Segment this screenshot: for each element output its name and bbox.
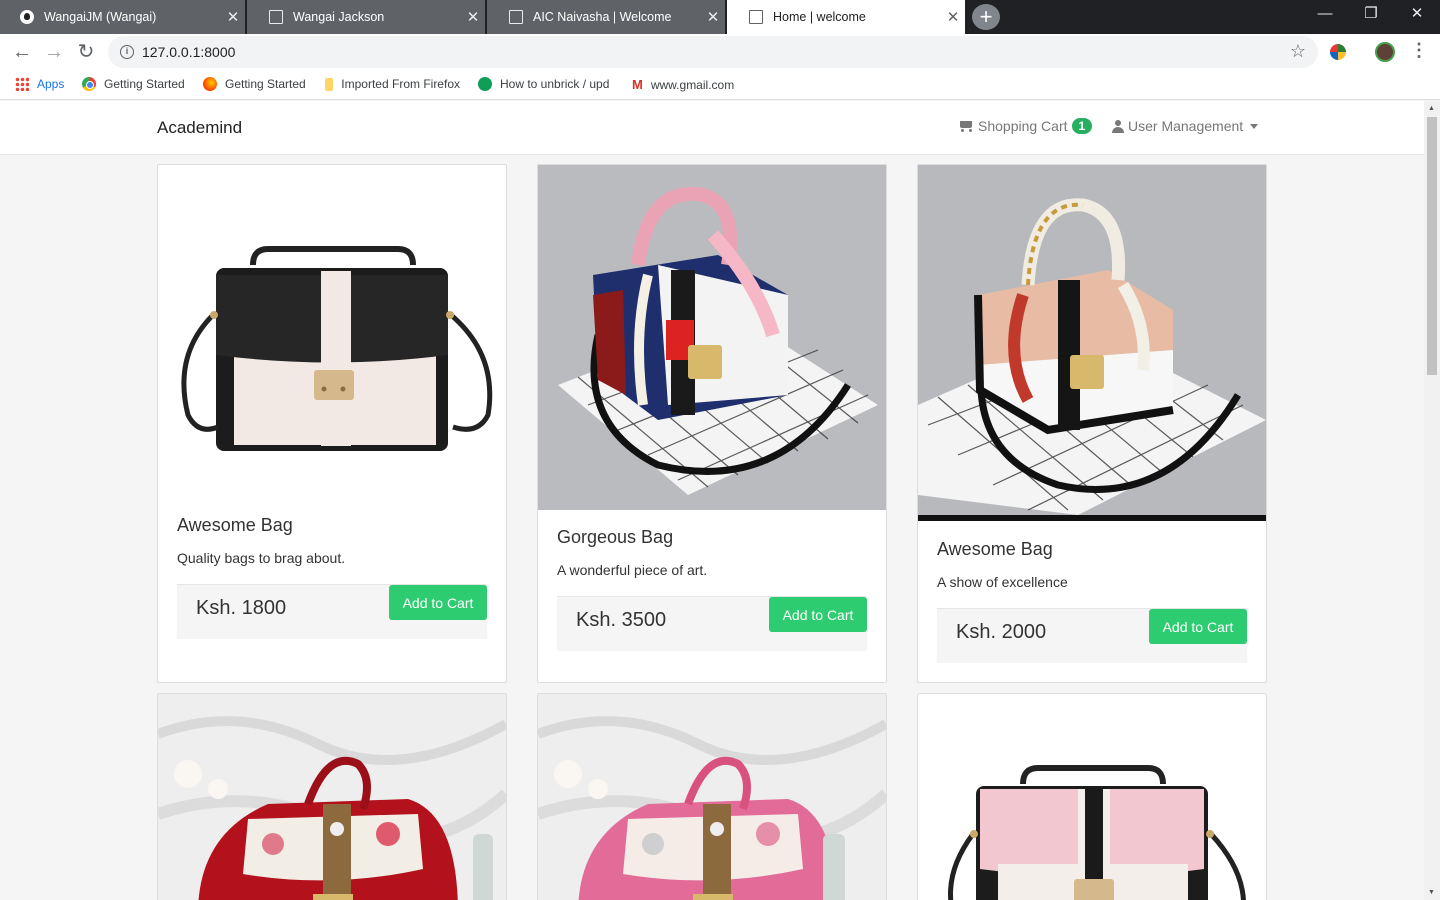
bookmark-getting-started-chrome[interactable]: Getting Started (82, 77, 185, 91)
minimize-icon[interactable]: — (1302, 0, 1348, 30)
tab-strip: WangaiJM (Wangai) ✕ Wangai Jackson ✕ AIC… (0, 0, 1440, 34)
address-bar[interactable]: i 127.0.0.1:8000 ☆ (108, 36, 1318, 68)
page-icon (749, 10, 763, 24)
bookmark-getting-started-firefox[interactable]: Getting Started (203, 77, 306, 91)
product-image[interactable] (918, 165, 1266, 521)
product-image[interactable] (158, 165, 506, 515)
extension-icon[interactable] (1330, 44, 1346, 60)
tab-home-welcome[interactable]: Home | welcome ✕ (727, 0, 965, 34)
bag-image-red-floral (158, 694, 506, 900)
bookmark-label: Getting Started (104, 77, 185, 91)
info-icon[interactable]: i (120, 45, 134, 59)
page-icon (509, 10, 523, 24)
tab-wangai-jackson[interactable]: Wangai Jackson ✕ (247, 0, 485, 34)
new-tab-button[interactable]: + (972, 4, 1000, 30)
profile-avatar[interactable] (1375, 42, 1395, 62)
add-to-cart-button[interactable]: Add to Cart (769, 597, 867, 632)
user-icon (1112, 119, 1124, 133)
tab-github[interactable]: WangaiJM (Wangai) ✕ (0, 0, 245, 34)
product-card: Gorgeous Bag A wonderful piece of art. K… (537, 164, 887, 683)
forward-arrow-icon[interactable]: → (40, 38, 68, 66)
close-icon[interactable]: ✕ (461, 8, 485, 26)
bookmark-label: Imported From Firefox (341, 77, 460, 91)
menu-kebab-icon[interactable]: ⋮ (1410, 40, 1428, 61)
gmail-icon: M (632, 77, 643, 92)
bookmark-label: www.gmail.com (650, 77, 735, 92)
product-price: Ksh. 2000 (956, 621, 1047, 643)
product-title: Gorgeous Bag (557, 527, 674, 547)
caret-down-icon (1250, 123, 1259, 129)
apps-grid-icon (15, 77, 29, 91)
product-image[interactable] (538, 694, 886, 900)
add-to-cart-button[interactable]: Add to Cart (1149, 609, 1247, 644)
add-to-cart-button[interactable]: Add to Cart (389, 585, 487, 620)
price-bar: Ksh. 2000 Add to Cart (937, 608, 1247, 663)
page-icon (269, 10, 283, 24)
product-image[interactable] (918, 694, 1266, 900)
close-icon[interactable]: ✕ (941, 8, 965, 26)
product-price: Ksh. 3500 (576, 609, 667, 631)
github-icon (20, 10, 34, 24)
product-card: Awesome Bag A show of excellence Ksh. 20… (917, 164, 1267, 683)
product-price: Ksh. 1800 (196, 597, 287, 619)
product-image[interactable] (158, 694, 506, 900)
product-description: Quality bags to brag about. (177, 550, 346, 566)
site-navbar: Academind Shopping Cart 1 User Managemen… (0, 101, 1424, 155)
reload-icon[interactable]: ↻ (72, 38, 100, 66)
scrollbar-thumb[interactable] (1427, 117, 1437, 375)
tab-label: Home | welcome (773, 10, 866, 24)
product-card (537, 693, 887, 900)
bag-image-navy-red-scarf (538, 165, 886, 510)
tab-label: AIC Naivasha | Welcome (533, 10, 672, 24)
shopping-cart-link[interactable]: Shopping Cart 1 (958, 118, 1093, 134)
scroll-down-icon[interactable]: ▼ (1428, 889, 1435, 896)
bookmark-label: Getting Started (225, 77, 306, 91)
page-scrollbar[interactable]: ▲ ▼ (1424, 101, 1440, 900)
tab-aic-naivasha[interactable]: AIC Naivasha | Welcome ✕ (487, 0, 725, 34)
bookmark-label: How to unbrick / upd (500, 77, 610, 91)
bookmark-label: Apps (37, 77, 65, 91)
product-title: Awesome Bag (177, 515, 293, 535)
shopping-cart-icon (958, 120, 974, 132)
browser-toolbar: ← → ↻ i 127.0.0.1:8000 ☆ ⋮ (0, 34, 1440, 70)
product-card (157, 693, 507, 900)
product-description: A show of excellence (937, 574, 1068, 590)
bag-image-pink-black-white (948, 765, 1246, 900)
close-icon[interactable]: ✕ (221, 8, 245, 26)
page-viewport: Academind Shopping Cart 1 User Managemen… (0, 101, 1424, 900)
user-management-dropdown[interactable]: User Management (1112, 118, 1259, 134)
bookmark-how-to-unbrick[interactable]: How to unbrick / upd (478, 77, 614, 91)
firefox-icon (203, 77, 217, 91)
product-image[interactable] (538, 165, 886, 510)
product-card: Awesome Bag Quality bags to brag about. … (157, 164, 507, 683)
url-text[interactable]: 127.0.0.1:8000 (142, 44, 235, 60)
bag-image-black-white (181, 246, 493, 451)
scroll-up-icon[interactable]: ▲ (1428, 105, 1435, 112)
folder-icon (325, 77, 334, 91)
chrome-icon (82, 77, 96, 91)
bookmark-gmail[interactable]: M www.gmail.com (632, 77, 734, 92)
price-bar: Ksh. 3500 Add to Cart (557, 596, 867, 651)
price-bar: Ksh. 1800 Add to Cart (177, 584, 487, 639)
product-description: A wonderful piece of art. (557, 562, 708, 578)
back-arrow-icon[interactable]: ← (8, 38, 36, 66)
bag-image-pink-floral (538, 694, 886, 900)
shopping-cart-label: Shopping Cart (978, 118, 1068, 134)
site-brand[interactable]: Academind (157, 118, 242, 138)
restore-icon[interactable]: ❐ (1348, 0, 1394, 30)
bookmark-star-icon[interactable]: ☆ (1290, 41, 1306, 62)
tab-label: Wangai Jackson (293, 10, 385, 24)
product-title: Awesome Bag (937, 539, 1053, 559)
close-window-icon[interactable]: ✕ (1394, 0, 1440, 30)
bag-image-peach-black-scarf (918, 165, 1266, 515)
bookmark-apps[interactable]: Apps (15, 77, 64, 91)
close-icon[interactable]: ✕ (701, 8, 725, 26)
product-card (917, 693, 1267, 900)
bookmark-imported-firefox[interactable]: Imported From Firefox (325, 77, 460, 91)
site-icon (478, 77, 492, 91)
bookmarks-bar: Apps Getting Started Getting Started Imp… (0, 70, 1440, 100)
user-management-label: User Management (1128, 118, 1244, 134)
tab-label: WangaiJM (Wangai) (44, 10, 157, 24)
cart-count-badge: 1 (1071, 118, 1093, 134)
